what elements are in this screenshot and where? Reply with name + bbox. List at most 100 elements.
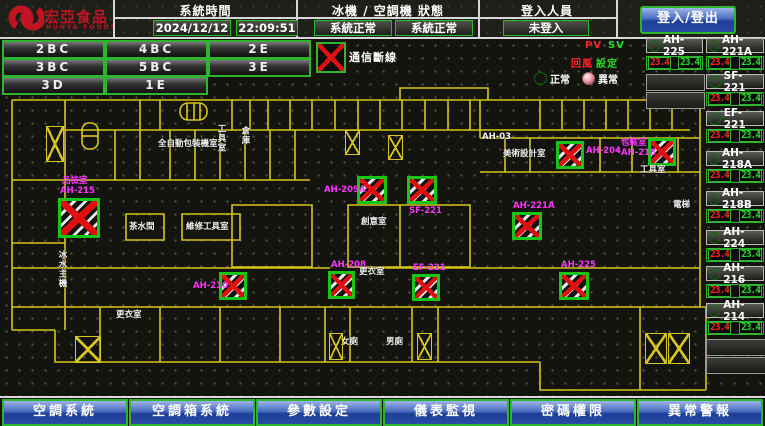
equipment-tag-label: AH-218 (621, 149, 656, 158)
room-label: 全自動包裝機室 (158, 140, 218, 149)
nav-button-3[interactable]: 儀表監視 (383, 399, 509, 426)
pv-value: 23.4 (708, 130, 731, 142)
sv-value: 23.4 (739, 210, 762, 222)
unit-status-led-icon (709, 305, 720, 317)
unit-row-ah-218a[interactable]: AH-218A (706, 151, 764, 166)
nav-button-4[interactable]: 密碼權限 (510, 399, 636, 426)
stair-icon (345, 130, 360, 155)
empty-unit-slot (706, 357, 765, 374)
unit-name: AH-218B (722, 187, 763, 211)
room-label: 冰水主機 (57, 250, 66, 288)
unit-status-led-icon (709, 40, 719, 52)
pv-value: 23.4 (708, 93, 731, 105)
room-label: 更衣室 (116, 311, 142, 320)
comm-lost-marker-AH-225[interactable] (559, 272, 589, 300)
unit-temps-ah-218b: 23.4 23.4 (706, 209, 764, 223)
unit-temps-ah-221a: 23.4 23.4 (706, 56, 764, 70)
unit-temps-ah-218a: 23.4 23.4 (706, 169, 764, 183)
equipment-tag-label: AH-225 (561, 261, 596, 270)
equipment-tag-label: SF-221 (409, 207, 442, 216)
unit-row-ah-216[interactable]: AH-216 (706, 266, 764, 281)
nav-button-5[interactable]: 異常警報 (637, 399, 763, 426)
equipment-tag-label: AH-204 (586, 147, 621, 156)
pv-value: 23.4 (708, 322, 731, 334)
sv-value: 23.4 (739, 57, 762, 69)
pv-value: 23.4 (648, 57, 671, 69)
unit-row-sf-221[interactable]: SF-221 (706, 74, 764, 89)
empty-unit-slot (646, 74, 705, 91)
scada-hvac-screen: 宏亞食品 HUNYA FOODS 系統時間 2024/12/12 22:09:5… (0, 0, 765, 426)
empty-unit-slot (706, 339, 765, 356)
room-label: 工具室 (216, 124, 225, 153)
unit-name: AH-225 (663, 34, 702, 58)
equipment-tag-label: AH-210 (193, 282, 228, 291)
unit-temps-ah-216: 23.4 23.4 (706, 284, 764, 298)
unit-temps-ah-225: 23.4 23.4 (646, 56, 703, 70)
equipment-tag-label: 包裝室 (621, 139, 647, 148)
unit-status-led-icon (709, 153, 719, 165)
unit-name: SF-221 (724, 70, 763, 94)
comm-lost-marker-AH-208[interactable] (328, 271, 355, 299)
equipment-tag-label: 品檢室 (62, 177, 88, 186)
sv-value: 23.4 (739, 170, 762, 182)
stair-icon (388, 135, 403, 160)
comm-lost-marker-AH-221A[interactable] (512, 212, 542, 240)
sv-value: 23.4 (739, 249, 762, 261)
comm-lost-marker-品檢室[interactable] (58, 198, 100, 238)
stair-icon (417, 333, 432, 360)
unit-temps-ah-224: 23.4 23.4 (706, 248, 764, 262)
stair-icon (668, 333, 690, 364)
pv-value: 23.4 (708, 170, 731, 182)
pv-value: 23.4 (708, 285, 731, 297)
unit-row-ah-218b[interactable]: AH-218B (706, 191, 764, 206)
nav-top-line (0, 396, 765, 398)
room-label: 美術設計室 (503, 150, 546, 159)
pv-value: 23.4 (708, 249, 731, 261)
room-label: 女廁 (341, 338, 358, 347)
unit-name: EF-221 (724, 107, 763, 131)
stair-icon (329, 333, 343, 360)
pv-value: 23.4 (708, 57, 731, 69)
unit-status-led-icon (709, 193, 719, 205)
nav-button-0[interactable]: 空調系統 (2, 399, 128, 426)
unit-row-ah-224[interactable]: AH-224 (706, 230, 764, 245)
nav-button-2[interactable]: 參數設定 (256, 399, 382, 426)
comm-lost-marker-AH-204[interactable] (556, 141, 584, 169)
sv-value: 23.4 (678, 57, 701, 69)
unit-temps-sf-221: 23.4 23.4 (706, 92, 764, 106)
comm-lost-marker-EF-221[interactable] (412, 274, 440, 301)
sv-value: 23.4 (739, 130, 762, 142)
unit-row-ah-214[interactable]: AH-214 (706, 303, 764, 318)
stair-icon (46, 126, 64, 162)
unit-name: AH-218A (722, 147, 763, 171)
stair-icon (645, 333, 667, 364)
unit-status-led-icon (649, 40, 660, 52)
unit-temps-ef-221: 23.4 23.4 (706, 129, 764, 143)
equipment-tag-label: AH-221A (513, 202, 555, 211)
unit-temps-ah-214: 23.4 23.4 (706, 321, 764, 335)
unit-name: AH-224 (723, 226, 763, 250)
room-label: 倉庫 (240, 126, 249, 145)
room-label: 更衣室 (359, 268, 385, 277)
unit-row-ef-221[interactable]: EF-221 (706, 111, 764, 126)
unit-status-led-icon (709, 232, 720, 244)
nav-button-1[interactable]: 空調箱系統 (129, 399, 255, 426)
room-label: 茶水間 (129, 223, 155, 232)
equipment-tag-label: AH-209A (324, 186, 366, 195)
room-label: 電梯 (673, 201, 690, 210)
room-label: 維修工具室 (186, 223, 229, 232)
unit-status-led-icon (709, 268, 720, 280)
room-label: 男廁 (386, 338, 403, 347)
pv-value: 23.4 (708, 210, 731, 222)
stair-icon (75, 336, 101, 363)
unit-row-ah-221a[interactable]: AH-221A (706, 38, 764, 53)
sv-value: 23.4 (739, 93, 762, 105)
equipment-tag-label: AH-215 (60, 187, 95, 196)
unit-row-ah-225[interactable]: AH-225 (646, 38, 703, 53)
room-label: 工具室 (640, 166, 666, 175)
sv-value: 23.4 (739, 322, 762, 334)
equipment-tag-label: EF-221 (413, 264, 446, 273)
unit-status-led-icon (709, 76, 721, 88)
comm-lost-marker-SF-221[interactable] (407, 176, 437, 204)
sv-value: 23.4 (739, 285, 762, 297)
